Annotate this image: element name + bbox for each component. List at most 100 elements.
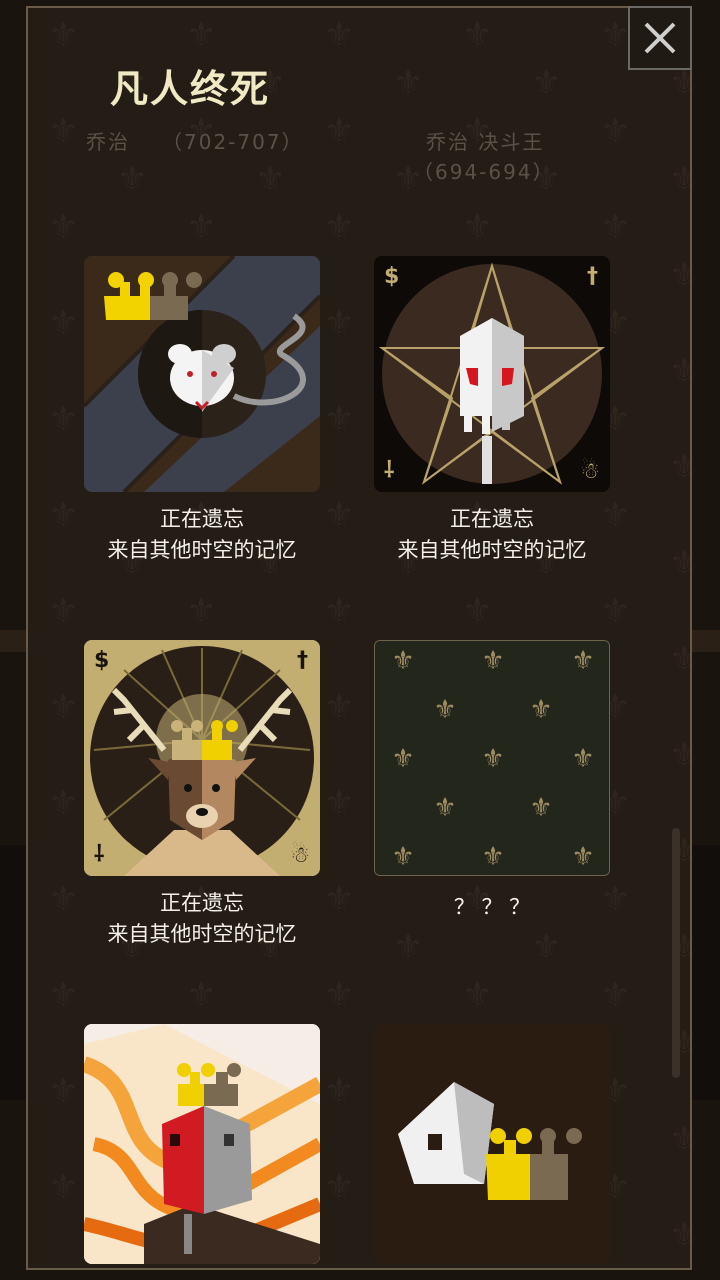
- fleur-de-lis-icon: ⚜: [255, 159, 286, 199]
- fleur-de-lis-icon: ⚜: [324, 399, 355, 439]
- fleur-de-lis-icon: ⚜: [669, 162, 690, 196]
- fleur-de-lis-icon: ⚜: [324, 303, 355, 343]
- fleur-de-lis-icon: ⚜: [324, 1167, 355, 1207]
- fleur-de-lis-icon: ⚜: [669, 1122, 690, 1156]
- fleur-de-lis-icon: ⚜: [324, 15, 355, 55]
- fleur-de-lis-icon: ⚜: [393, 63, 424, 103]
- card-caption-2: 正在遗忘 来自其他时空的记忆: [342, 504, 642, 566]
- army-icon: ⸸: [94, 842, 105, 867]
- card-caption-4: ？ ？ ？: [342, 892, 642, 923]
- fleur-de-lis-icon: ⚜: [117, 159, 148, 199]
- rat-king-icon: [84, 256, 320, 492]
- fleur-de-lis-icon: ⚜: [433, 793, 456, 823]
- fleur-de-lis-icon: ⚜: [600, 1266, 630, 1268]
- fleur-de-lis-icon: ⚜: [48, 591, 79, 631]
- burning-king-icon: [84, 1024, 320, 1264]
- fleur-de-lis-icon: ⚜: [391, 646, 414, 676]
- people-icon: ☃: [290, 843, 310, 868]
- church-icon: †: [297, 648, 308, 673]
- fleur-de-lis-icon: ⚜: [600, 591, 631, 631]
- fleur-de-lis-icon: ⚜: [48, 687, 79, 727]
- card-caption-3: 正在遗忘 来自其他时空的记忆: [52, 888, 352, 950]
- fleur-de-lis-icon: ⚜: [324, 111, 355, 151]
- fleur-de-lis-icon: ⚜: [669, 354, 690, 388]
- fleur-de-lis-icon: ⚜: [462, 207, 493, 247]
- death-card-skull-pentagram[interactable]: $ † ⸸ ☃: [374, 256, 610, 492]
- fleur-de-lis-icon: ⚜: [324, 1266, 354, 1268]
- fleur-de-lis-icon: ⚜: [669, 66, 690, 100]
- fleur-de-lis-icon: ⚜: [324, 975, 355, 1015]
- fleur-de-lis-icon: ⚜: [324, 783, 355, 823]
- people-icon: ☃: [580, 459, 600, 484]
- fleur-de-lis-icon: ⚜: [462, 975, 493, 1015]
- stag-king-icon: [84, 640, 320, 876]
- fleur-de-lis-icon: ⚜: [571, 744, 594, 774]
- death-card-fallen-crown[interactable]: [374, 1024, 610, 1264]
- fleur-de-lis-icon: ⚜: [529, 695, 552, 725]
- money-icon: $: [384, 264, 400, 289]
- previous-right-years: （694-694）: [413, 160, 555, 184]
- fleur-de-lis-icon: ⚜: [531, 927, 562, 967]
- fleur-de-lis-icon: ⚜: [324, 1071, 355, 1111]
- fleur-de-lis-icon: ⚜: [531, 63, 562, 103]
- fleur-de-lis-icon: ⚜: [462, 1266, 492, 1268]
- previous-left-years: （702-707）: [162, 130, 304, 154]
- fleur-de-lis-icon: ⚜: [571, 842, 594, 872]
- fleur-de-lis-icon: ⚜: [481, 744, 504, 774]
- fleur-de-lis-icon: ⚜: [48, 399, 79, 439]
- fleur-de-lis-icon: ⚜: [600, 111, 631, 151]
- fleur-de-lis-icon: ⚜: [48, 975, 79, 1015]
- fleur-de-lis-icon: ⚜: [324, 207, 355, 247]
- death-gallery-dialog: ⚜ ⚜ ⚜ ⚜ ⚜ ⚜ ⚜ ⚜ ⚜ ⚜ ⚜ ⚜ ⚜ ⚜ ⚜ ⚜ ⚜ ⚜ ⚜ ⚜ ⚜ ⚜ ⚜ ⚜ ⚜ ⚜ ⚜ ⚜ ⚜ ⚜ ⚜ ⚜ ⚜ ⚜ ⚜ ⚜ ⚜ ⚜ ⚜ ⚜…: [26, 6, 692, 1270]
- army-icon: ⸸: [384, 458, 395, 483]
- fleur-de-lis-icon: ⚜: [324, 591, 355, 631]
- card-status: 正在遗忘: [450, 507, 534, 531]
- fleur-de-lis-icon: ⚜: [669, 450, 690, 484]
- fleur-de-lis-icon: ⚜: [48, 783, 79, 823]
- fleur-de-lis-icon: ⚜: [600, 207, 631, 247]
- death-card-locked[interactable]: ⚜ ⚜ ⚜ ⚜ ⚜ ⚜ ⚜ ⚜ ⚜ ⚜ ⚜ ⚜ ⚜: [374, 640, 610, 876]
- fleur-de-lis-icon: ⚜: [391, 842, 414, 872]
- fleur-de-lis-icon: ⚜: [669, 546, 690, 580]
- fleur-de-lis-icon: ⚜: [186, 591, 217, 631]
- fleur-de-lis-icon: ⚜: [186, 1266, 216, 1268]
- fleur-de-lis-icon: ⚜: [48, 15, 79, 55]
- fleur-de-lis-icon: ⚜: [529, 793, 552, 823]
- fleur-de-lis-icon: ⚜: [186, 207, 217, 247]
- death-card-stag-king[interactable]: $ † ⸸ ☃: [84, 640, 320, 876]
- death-card-burning-king[interactable]: [84, 1024, 320, 1264]
- fleur-de-lis-icon: ⚜: [48, 303, 79, 343]
- fleur-de-lis-icon: ⚜: [324, 687, 355, 727]
- fleur-de-lis-icon: ⚜: [393, 927, 424, 967]
- death-card-rat-king[interactable]: [84, 256, 320, 492]
- card-status: 正在遗忘: [160, 891, 244, 915]
- card-subtitle: 来自其他时空的记忆: [107, 538, 297, 562]
- previous-right-name: 乔治 决斗王: [426, 130, 545, 154]
- fleur-de-lis-icon: ⚜: [669, 642, 690, 676]
- close-icon: [644, 22, 676, 54]
- dialog-title: 凡人终死: [110, 67, 271, 111]
- fleur-de-lis-icon: ⚜: [669, 1218, 690, 1252]
- card-status: 正在遗忘: [160, 507, 244, 531]
- card-subtitle: 来自其他时空的记忆: [107, 922, 297, 946]
- skull-pentagram-icon: [374, 256, 610, 492]
- close-button[interactable]: [628, 6, 692, 70]
- previous-left-name: 乔治: [86, 130, 130, 154]
- fleur-de-lis-icon: ⚜: [462, 591, 493, 631]
- fallen-crown-icon: [374, 1024, 610, 1264]
- fleur-de-lis-icon: ⚜: [600, 15, 631, 55]
- fleur-de-lis-icon: ⚜: [48, 111, 79, 151]
- fleur-de-lis-icon: ⚜: [462, 15, 493, 55]
- fleur-de-lis-icon: ⚜: [48, 207, 79, 247]
- fleur-de-lis-icon: ⚜: [48, 1071, 79, 1111]
- fleur-de-lis-icon: ⚜: [186, 15, 217, 55]
- scrollbar[interactable]: [672, 828, 680, 1078]
- locked-card-icon: ⚜ ⚜ ⚜ ⚜ ⚜ ⚜ ⚜ ⚜ ⚜ ⚜ ⚜ ⚜ ⚜: [375, 641, 609, 875]
- fleur-de-lis-icon: ⚜: [669, 258, 690, 292]
- fleur-de-lis-icon: ⚜: [433, 695, 456, 725]
- fleur-de-lis-icon: ⚜: [481, 842, 504, 872]
- money-icon: $: [94, 648, 110, 673]
- fleur-de-lis-icon: ⚜: [48, 1167, 79, 1207]
- fleur-de-lis-icon: ⚜: [481, 646, 504, 676]
- fleur-de-lis-icon: ⚜: [600, 975, 631, 1015]
